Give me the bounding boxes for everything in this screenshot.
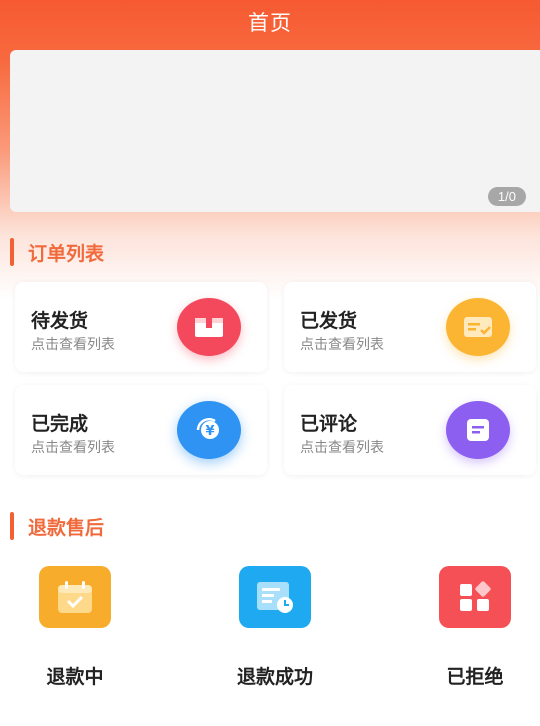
- app-grid-icon: [439, 566, 511, 628]
- section-label-refunds: 退款售后: [28, 516, 105, 539]
- box-icon: [177, 298, 241, 356]
- refund-item-label: 退款成功: [236, 666, 313, 688]
- card-check-icon: [446, 298, 510, 356]
- section-label-orders: 订单列表: [28, 242, 105, 265]
- comment-doc-icon: [446, 401, 510, 459]
- refund-item-success[interactable]: 退款成功: [200, 566, 350, 689]
- order-card-label: 已完成: [31, 413, 89, 435]
- order-card-label: 待发货: [31, 310, 89, 332]
- order-card-reviewed[interactable]: 已评论 点击查看列表: [284, 385, 536, 475]
- refund-item-label: 已拒绝: [446, 666, 504, 688]
- order-card-pending-shipment[interactable]: 待发货 点击查看列表: [15, 282, 267, 372]
- order-card-label: 已评论: [300, 413, 358, 435]
- calendar-check-icon: [39, 566, 111, 628]
- page-title: 首页: [248, 11, 292, 35]
- section-title-refunds: 退款售后: [10, 512, 104, 540]
- order-card-sub: 点击查看列表: [300, 337, 384, 353]
- section-accent-bar: [10, 238, 14, 266]
- refund-item-in-progress[interactable]: 退款中: [0, 566, 150, 689]
- order-card-sub: 点击查看列表: [31, 440, 115, 456]
- section-accent-bar: [10, 512, 14, 540]
- order-card-shipped[interactable]: 已发货 点击查看列表: [284, 282, 536, 372]
- section-title-orders: 订单列表: [10, 238, 104, 266]
- order-card-sub: 点击查看列表: [31, 337, 115, 353]
- order-card-sub: 点击查看列表: [300, 440, 384, 456]
- page-header: 首页: [0, 0, 540, 44]
- banner-carousel[interactable]: 1/0: [10, 50, 540, 212]
- order-card-completed[interactable]: 已完成 点击查看列表 ¥: [15, 385, 267, 475]
- refund-item-rejected[interactable]: 已拒绝: [400, 566, 540, 689]
- refund-item-label: 退款中: [46, 666, 104, 688]
- carousel-pager: 1/0: [487, 187, 526, 206]
- svg-text:¥: ¥: [205, 424, 214, 439]
- yen-cycle-icon: ¥: [177, 401, 241, 459]
- order-card-label: 已发货: [300, 310, 358, 332]
- document-clock-icon: [239, 566, 311, 628]
